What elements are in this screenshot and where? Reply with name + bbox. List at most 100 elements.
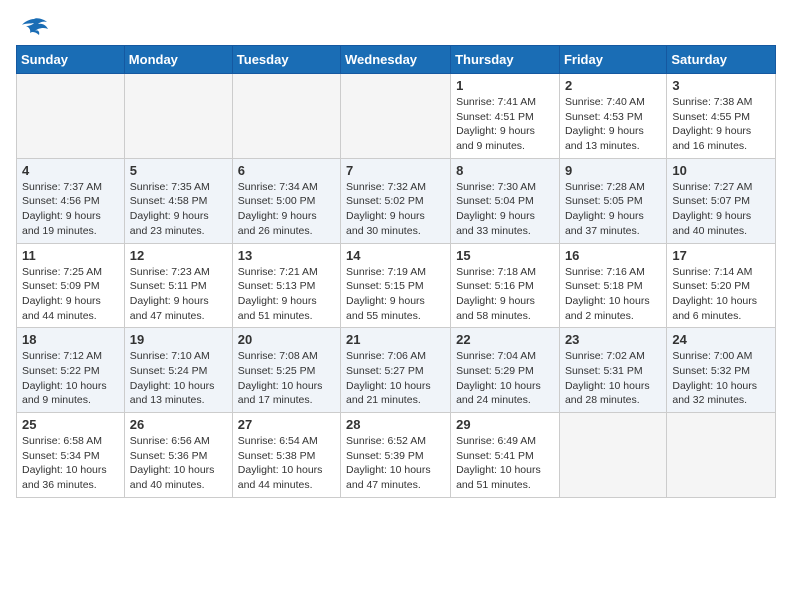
calendar-table: SundayMondayTuesdayWednesdayThursdayFrid…	[16, 45, 776, 498]
day-number: 2	[565, 78, 661, 93]
calendar-week-row: 11 Sunrise: 7:25 AM Sunset: 5:09 PM Dayli…	[17, 243, 776, 328]
day-number: 15	[456, 248, 554, 263]
calendar-cell: 19 Sunrise: 7:10 AM Sunset: 5:24 PM Dayli…	[124, 328, 232, 413]
day-info: Sunrise: 7:04 AM Sunset: 5:29 PM Dayligh…	[456, 349, 554, 408]
calendar-cell: 8 Sunrise: 7:30 AM Sunset: 5:04 PM Daylig…	[451, 158, 560, 243]
day-info: Sunrise: 7:25 AM Sunset: 5:09 PM Dayligh…	[22, 265, 119, 324]
calendar-cell: 7 Sunrise: 7:32 AM Sunset: 5:02 PM Daylig…	[341, 158, 451, 243]
day-info: Sunrise: 7:38 AM Sunset: 4:55 PM Dayligh…	[672, 95, 770, 154]
day-number: 22	[456, 332, 554, 347]
calendar-cell: 15 Sunrise: 7:18 AM Sunset: 5:16 PM Dayli…	[451, 243, 560, 328]
calendar-cell: 17Sunrise: 7:14 AM Sunset: 5:20 PM Dayli…	[667, 243, 776, 328]
day-number: 16	[565, 248, 661, 263]
calendar-cell: 12 Sunrise: 7:23 AM Sunset: 5:11 PM Dayli…	[124, 243, 232, 328]
day-info: Sunrise: 7:30 AM Sunset: 5:04 PM Dayligh…	[456, 180, 554, 239]
calendar-cell: 11 Sunrise: 7:25 AM Sunset: 5:09 PM Dayli…	[17, 243, 125, 328]
calendar-cell: 10 Sunrise: 7:27 AM Sunset: 5:07 PM Dayli…	[667, 158, 776, 243]
calendar-cell	[124, 74, 232, 159]
day-number: 3	[672, 78, 770, 93]
calendar-cell: 27 Sunrise: 6:54 AM Sunset: 5:38 PM Dayli…	[232, 413, 340, 498]
calendar-cell: 6 Sunrise: 7:34 AM Sunset: 5:00 PM Daylig…	[232, 158, 340, 243]
calendar-cell: 5 Sunrise: 7:35 AM Sunset: 4:58 PM Daylig…	[124, 158, 232, 243]
day-info: Sunrise: 7:08 AM Sunset: 5:25 PM Dayligh…	[238, 349, 335, 408]
day-info: Sunrise: 7:34 AM Sunset: 5:00 PM Dayligh…	[238, 180, 335, 239]
day-number: 1	[456, 78, 554, 93]
day-of-week-header: Monday	[124, 46, 232, 74]
day-number: 12	[130, 248, 227, 263]
day-info: Sunrise: 6:56 AM Sunset: 5:36 PM Dayligh…	[130, 434, 227, 493]
day-number: 4	[22, 163, 119, 178]
day-info: Sunrise: 7:19 AM Sunset: 5:15 PM Dayligh…	[346, 265, 445, 324]
day-info: Sunrise: 7:16 AM Sunset: 5:18 PM Dayligh…	[565, 265, 661, 324]
day-number: 5	[130, 163, 227, 178]
day-of-week-header: Tuesday	[232, 46, 340, 74]
day-of-week-header: Friday	[559, 46, 666, 74]
calendar-cell: 24 Sunrise: 7:00 AM Sunset: 5:32 PM Dayli…	[667, 328, 776, 413]
day-info: Sunrise: 7:06 AM Sunset: 5:27 PM Dayligh…	[346, 349, 445, 408]
day-info: Sunrise: 7:35 AM Sunset: 4:58 PM Dayligh…	[130, 180, 227, 239]
day-info: Sunrise: 7:41 AM Sunset: 4:51 PM Dayligh…	[456, 95, 554, 154]
calendar-cell: 20Sunrise: 7:08 AM Sunset: 5:25 PM Dayli…	[232, 328, 340, 413]
day-number: 23	[565, 332, 661, 347]
calendar-cell	[559, 413, 666, 498]
logo-bird-icon	[20, 17, 48, 37]
day-number: 6	[238, 163, 335, 178]
day-number: 8	[456, 163, 554, 178]
calendar-cell	[17, 74, 125, 159]
day-info: Sunrise: 7:40 AM Sunset: 4:53 PM Dayligh…	[565, 95, 661, 154]
day-info: Sunrise: 7:21 AM Sunset: 5:13 PM Dayligh…	[238, 265, 335, 324]
calendar-header-row: SundayMondayTuesdayWednesdayThursdayFrid…	[17, 46, 776, 74]
calendar-cell: 18Sunrise: 7:12 AM Sunset: 5:22 PM Dayli…	[17, 328, 125, 413]
day-info: Sunrise: 7:28 AM Sunset: 5:05 PM Dayligh…	[565, 180, 661, 239]
calendar-week-row: 4Sunrise: 7:37 AM Sunset: 4:56 PM Daylig…	[17, 158, 776, 243]
calendar-cell: 14 Sunrise: 7:19 AM Sunset: 5:15 PM Dayli…	[341, 243, 451, 328]
day-info: Sunrise: 7:10 AM Sunset: 5:24 PM Dayligh…	[130, 349, 227, 408]
day-info: Sunrise: 6:58 AM Sunset: 5:34 PM Dayligh…	[22, 434, 119, 493]
page-header	[16, 16, 776, 37]
calendar-cell: 3 Sunrise: 7:38 AM Sunset: 4:55 PM Daylig…	[667, 74, 776, 159]
day-number: 26	[130, 417, 227, 432]
day-number: 24	[672, 332, 770, 347]
calendar-cell: 4Sunrise: 7:37 AM Sunset: 4:56 PM Daylig…	[17, 158, 125, 243]
calendar-week-row: 25 Sunrise: 6:58 AM Sunset: 5:34 PM Dayli…	[17, 413, 776, 498]
calendar-cell: 21 Sunrise: 7:06 AM Sunset: 5:27 PM Dayli…	[341, 328, 451, 413]
day-number: 7	[346, 163, 445, 178]
day-info: Sunrise: 7:32 AM Sunset: 5:02 PM Dayligh…	[346, 180, 445, 239]
calendar-cell: 16 Sunrise: 7:16 AM Sunset: 5:18 PM Dayli…	[559, 243, 666, 328]
day-of-week-header: Saturday	[667, 46, 776, 74]
calendar-cell: 23 Sunrise: 7:02 AM Sunset: 5:31 PM Dayli…	[559, 328, 666, 413]
calendar-cell: 2 Sunrise: 7:40 AM Sunset: 4:53 PM Daylig…	[559, 74, 666, 159]
day-info: Sunrise: 7:12 AM Sunset: 5:22 PM Dayligh…	[22, 349, 119, 408]
day-info: Sunrise: 6:54 AM Sunset: 5:38 PM Dayligh…	[238, 434, 335, 493]
day-number: 10	[672, 163, 770, 178]
day-number: 28	[346, 417, 445, 432]
calendar-week-row: 1 Sunrise: 7:41 AM Sunset: 4:51 PM Daylig…	[17, 74, 776, 159]
calendar-cell: 1 Sunrise: 7:41 AM Sunset: 4:51 PM Daylig…	[451, 74, 560, 159]
logo	[16, 16, 48, 37]
day-info: Sunrise: 7:00 AM Sunset: 5:32 PM Dayligh…	[672, 349, 770, 408]
calendar-cell: 22 Sunrise: 7:04 AM Sunset: 5:29 PM Dayli…	[451, 328, 560, 413]
day-info: Sunrise: 7:14 AM Sunset: 5:20 PM Dayligh…	[672, 265, 770, 324]
calendar-cell: 29 Sunrise: 6:49 AM Sunset: 5:41 PM Dayli…	[451, 413, 560, 498]
calendar-cell: 9Sunrise: 7:28 AM Sunset: 5:05 PM Daylig…	[559, 158, 666, 243]
calendar-week-row: 18Sunrise: 7:12 AM Sunset: 5:22 PM Dayli…	[17, 328, 776, 413]
day-number: 29	[456, 417, 554, 432]
calendar-cell: 25 Sunrise: 6:58 AM Sunset: 5:34 PM Dayli…	[17, 413, 125, 498]
calendar-cell: 28 Sunrise: 6:52 AM Sunset: 5:39 PM Dayli…	[341, 413, 451, 498]
calendar-cell	[667, 413, 776, 498]
day-number: 27	[238, 417, 335, 432]
day-info: Sunrise: 6:49 AM Sunset: 5:41 PM Dayligh…	[456, 434, 554, 493]
day-info: Sunrise: 7:02 AM Sunset: 5:31 PM Dayligh…	[565, 349, 661, 408]
calendar-cell: 13 Sunrise: 7:21 AM Sunset: 5:13 PM Dayli…	[232, 243, 340, 328]
day-number: 25	[22, 417, 119, 432]
day-number: 14	[346, 248, 445, 263]
day-info: Sunrise: 7:23 AM Sunset: 5:11 PM Dayligh…	[130, 265, 227, 324]
day-of-week-header: Sunday	[17, 46, 125, 74]
day-info: Sunrise: 7:18 AM Sunset: 5:16 PM Dayligh…	[456, 265, 554, 324]
day-number: 21	[346, 332, 445, 347]
day-number: 13	[238, 248, 335, 263]
day-info: Sunrise: 6:52 AM Sunset: 5:39 PM Dayligh…	[346, 434, 445, 493]
day-number: 11	[22, 248, 119, 263]
day-info: Sunrise: 7:27 AM Sunset: 5:07 PM Dayligh…	[672, 180, 770, 239]
day-number: 19	[130, 332, 227, 347]
